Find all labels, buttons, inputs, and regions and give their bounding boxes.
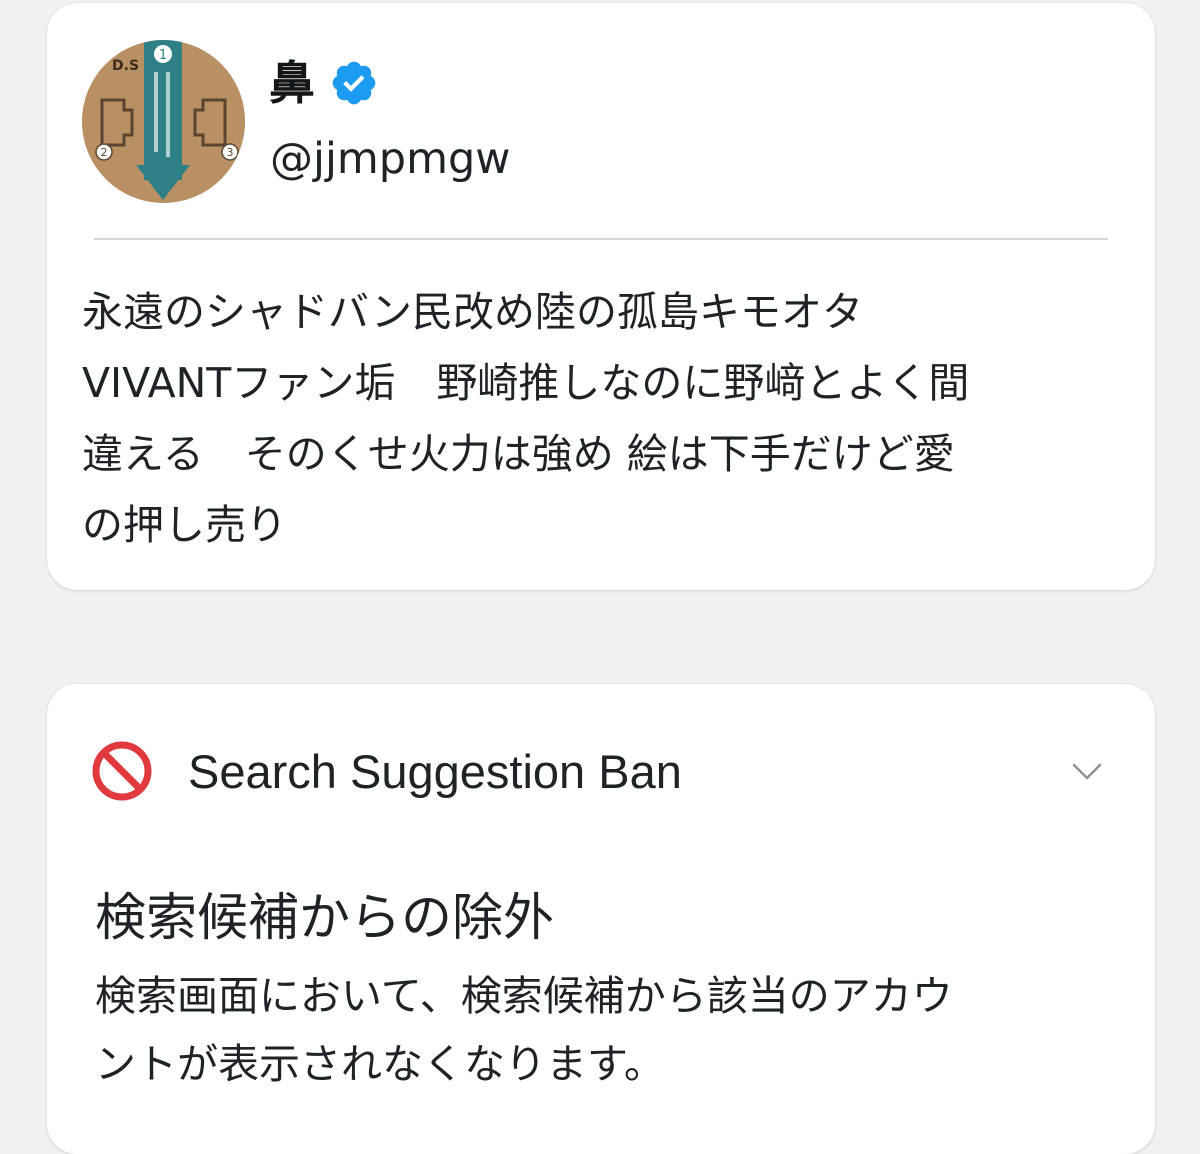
display-name: 鼻 xyxy=(269,56,315,110)
bio: 永遠のシャドバン民改め陸の孤島キモオタ VIVANTファン垢 野崎推しなのに野﨑… xyxy=(82,288,970,549)
ban-title: Search Suggestion Ban xyxy=(188,744,682,798)
display-name-row: 鼻 xyxy=(269,48,379,118)
patch-package-photo-icon: 1 2 3 D.S xyxy=(82,40,245,203)
svg-text:2: 2 xyxy=(101,146,108,159)
ban-description: 検索画面において、検索候補から該当のアカウ ントが表示されなくなります。 xyxy=(95,972,953,1088)
avatar[interactable]: 1 2 3 D.S xyxy=(82,40,245,203)
ban-heading: 検索候補からの除外 xyxy=(95,889,555,948)
svg-text:D.S: D.S xyxy=(112,58,139,74)
ban-accordion-header[interactable]: Search Suggestion Ban xyxy=(91,736,1105,806)
prohibited-icon xyxy=(92,741,152,801)
svg-text:1: 1 xyxy=(159,48,167,63)
chevron-down-icon[interactable] xyxy=(1069,753,1105,789)
profile-card: 1 2 3 D.S 鼻 @jjmpmgw 永遠のシャドバン民改め陸の孤島キモオタ… xyxy=(47,3,1155,590)
handle: @jjmpmgw xyxy=(270,134,511,184)
search-suggestion-ban-card: Search Suggestion Ban 検索候補からの除外 検索画面において… xyxy=(47,684,1155,1154)
verified-badge-icon xyxy=(332,61,376,105)
divider xyxy=(94,238,1108,240)
svg-text:3: 3 xyxy=(227,146,234,159)
